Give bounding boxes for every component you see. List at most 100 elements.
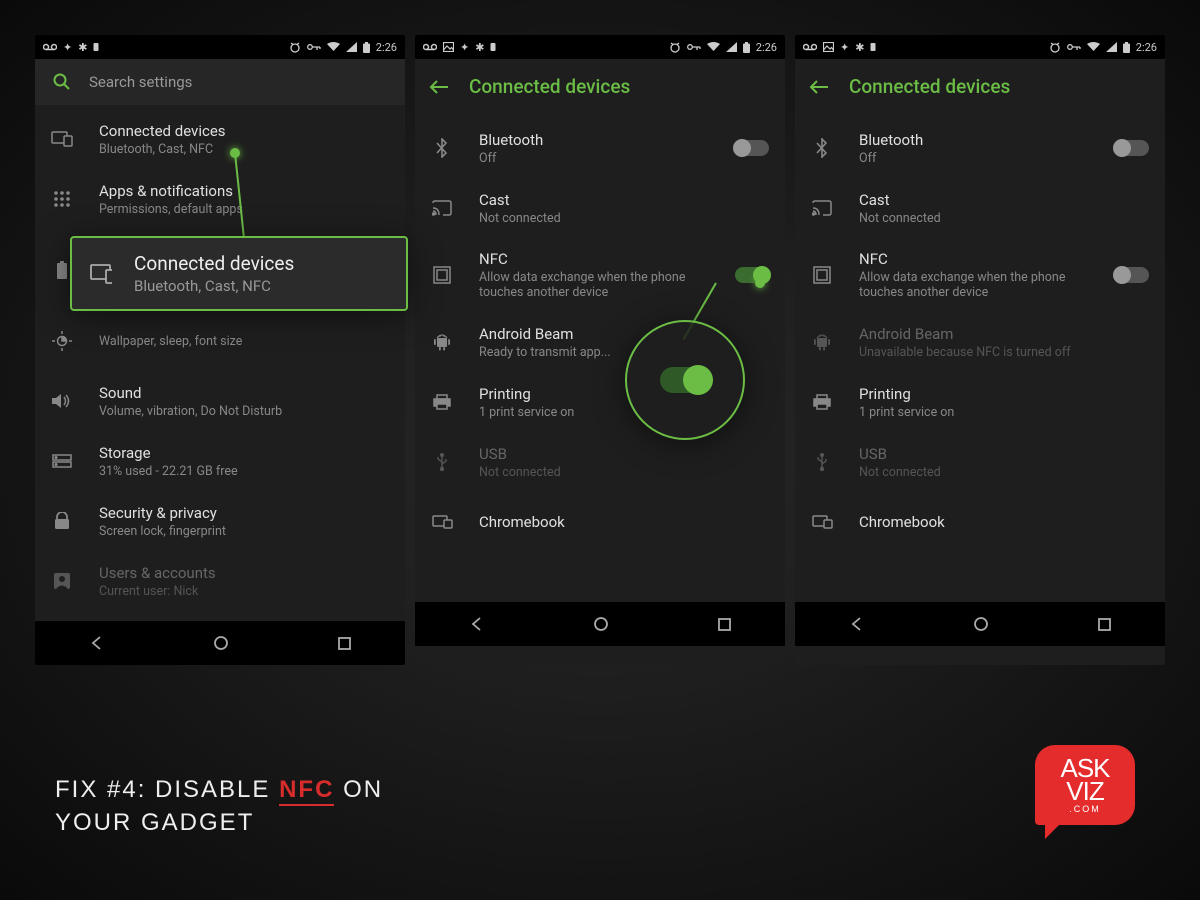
item-sub: Unavailable because NFC is turned off	[859, 345, 1149, 360]
bluetooth-icon	[431, 138, 453, 158]
status-bar: ✦ ✱ 2:26	[795, 35, 1165, 59]
nav-recent-icon[interactable]	[338, 637, 351, 650]
wifi-icon	[327, 42, 340, 52]
apps-icon	[51, 190, 73, 208]
page-title: Connected devices	[849, 75, 1010, 98]
key-icon	[1067, 43, 1081, 51]
item-title: Cast	[479, 191, 769, 209]
logo-line2: VIZ	[1066, 780, 1103, 803]
item-chromebook[interactable]: Chromebook	[795, 492, 1165, 552]
nfc-toggle[interactable]	[1115, 267, 1149, 283]
item-chromebook[interactable]: Chromebook	[415, 492, 785, 552]
settings-item-users[interactable]: Users & accounts Current user: Nick	[35, 551, 405, 611]
notif-icon-2: ✱	[475, 41, 484, 54]
back-arrow-icon[interactable]	[809, 79, 829, 95]
storage-icon	[51, 454, 73, 468]
key-icon	[687, 43, 701, 51]
nav-back-icon[interactable]	[850, 617, 864, 631]
status-bar: ✦ ✱ 2:26	[415, 35, 785, 59]
status-time: 2:26	[1136, 41, 1157, 54]
search-settings-bar[interactable]: Search settings	[35, 59, 405, 105]
callout-title: Connected devices	[134, 252, 388, 275]
nav-back-icon[interactable]	[470, 617, 484, 631]
caption-text: FIX #4: DISABLE	[55, 776, 279, 803]
android-icon	[811, 333, 833, 351]
nav-bar	[35, 621, 405, 665]
settings-item-display[interactable]: Wallpaper, sleep, font size	[35, 311, 405, 371]
lock-icon	[51, 512, 73, 530]
item-printing[interactable]: Printing 1 print service on	[795, 372, 1165, 432]
print-icon	[431, 394, 453, 410]
item-title: Chromebook	[479, 513, 769, 531]
key-icon	[307, 43, 321, 51]
item-title: Sound	[99, 384, 389, 402]
phone-connected-devices-nfc-off: ✦ ✱ 2:26 Connected devices Bluetooth	[795, 35, 1165, 665]
logo-bubble: ASK VIZ .COM	[1035, 745, 1135, 825]
alarm-icon	[669, 41, 681, 53]
nfc-icon	[811, 266, 833, 284]
signal-icon	[346, 42, 357, 52]
settings-item-security[interactable]: Security & privacy Screen lock, fingerpr…	[35, 491, 405, 551]
item-title: Security & privacy	[99, 504, 389, 522]
nav-back-icon[interactable]	[90, 636, 104, 650]
battery-icon	[363, 42, 370, 53]
item-title: NFC	[859, 250, 1089, 268]
item-title: Printing	[859, 385, 1149, 403]
item-sub: Allow data exchange when the phone touch…	[479, 270, 709, 300]
nav-home-icon[interactable]	[593, 616, 609, 632]
item-title: Chromebook	[859, 513, 1149, 531]
caption-text: YOUR GADGET	[55, 809, 254, 836]
back-arrow-icon[interactable]	[429, 79, 449, 95]
item-bluetooth[interactable]: Bluetooth Off	[795, 118, 1165, 178]
battery-icon	[743, 42, 750, 53]
item-sub: Not connected	[479, 465, 769, 480]
cast-icon	[811, 200, 833, 216]
item-sub: Permissions, default apps	[99, 202, 389, 217]
nav-bar	[795, 602, 1165, 646]
item-nfc[interactable]: NFC Allow data exchange when the phone t…	[795, 238, 1165, 312]
battery-small-icon	[490, 42, 496, 52]
status-time: 2:26	[756, 41, 777, 54]
usb-icon	[431, 452, 453, 472]
signal-icon	[1106, 42, 1117, 52]
item-title: Connected devices	[99, 122, 389, 140]
image-icon	[823, 42, 834, 52]
brightness-icon	[51, 331, 73, 351]
nav-home-icon[interactable]	[213, 635, 229, 651]
chromebook-icon	[431, 515, 453, 529]
item-cast[interactable]: Cast Not connected	[795, 178, 1165, 238]
nav-recent-icon[interactable]	[1098, 618, 1111, 631]
settings-item-sound[interactable]: Sound Volume, vibration, Do Not Disturb	[35, 371, 405, 431]
settings-item-storage[interactable]: Storage 31% used - 22.21 GB free	[35, 431, 405, 491]
instruction-caption: FIX #4: DISABLE NFC ON YOUR GADGET	[55, 773, 383, 840]
usb-icon	[811, 452, 833, 472]
voicemail-icon	[43, 43, 57, 51]
bluetooth-toggle[interactable]	[1115, 140, 1149, 156]
item-title: Storage	[99, 444, 389, 462]
nav-home-icon[interactable]	[973, 616, 989, 632]
item-cast[interactable]: Cast Not connected	[415, 178, 785, 238]
item-nfc[interactable]: NFC Allow data exchange when the phone t…	[415, 238, 785, 312]
caption-text: ON	[334, 776, 383, 803]
notif-icon-2: ✱	[855, 41, 864, 54]
settings-item-apps[interactable]: Apps & notifications Permissions, defaul…	[35, 169, 405, 229]
status-bar: ✦ ✱ 2:26	[35, 35, 405, 59]
item-android-beam: Android Beam Unavailable because NFC is …	[795, 312, 1165, 372]
item-bluetooth[interactable]: Bluetooth Off	[415, 118, 785, 178]
print-icon	[811, 394, 833, 410]
battery-icon	[1123, 42, 1130, 53]
nav-recent-icon[interactable]	[718, 618, 731, 631]
nfc-toggle-zoomed	[660, 367, 710, 393]
search-placeholder: Search settings	[89, 73, 192, 91]
item-sub: Allow data exchange when the phone touch…	[859, 270, 1089, 300]
wifi-icon	[1087, 42, 1100, 52]
settings-item-connected-devices[interactable]: Connected devices Bluetooth, Cast, NFC	[35, 109, 405, 169]
item-sub: Wallpaper, sleep, font size	[99, 334, 389, 349]
item-sub: Off	[479, 151, 709, 166]
bluetooth-toggle[interactable]	[735, 140, 769, 156]
notif-icon: ✦	[460, 41, 469, 54]
devices-icon	[90, 264, 112, 284]
android-icon	[431, 333, 453, 351]
status-time: 2:26	[376, 41, 397, 54]
item-sub: Not connected	[479, 211, 769, 226]
